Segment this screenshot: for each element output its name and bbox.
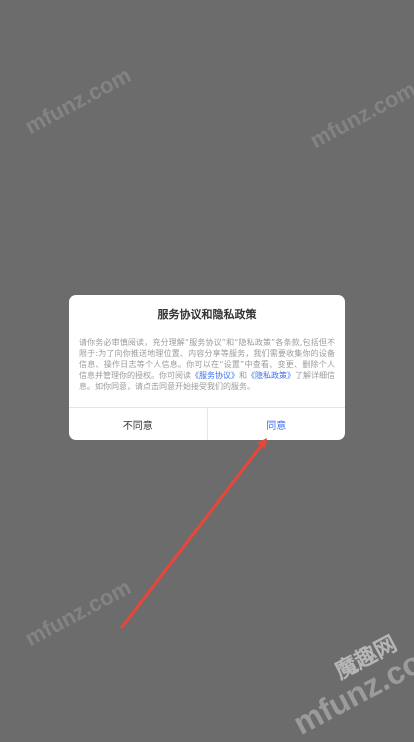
privacy-policy-dialog: 服务协议和隐私政策 请你务必审慎阅读，充分理解“服务协议”和“隐私政策”各条款,… — [69, 295, 345, 440]
privacy-policy-link[interactable]: 《隐私政策》 — [247, 371, 295, 380]
service-agreement-link[interactable]: 《服务协议》 — [191, 371, 239, 380]
disagree-button[interactable]: 不同意 — [69, 408, 208, 440]
dialog-title: 服务协议和隐私政策 — [157, 308, 257, 321]
dialog-body-text: 请你务必审慎阅读，充分理解“服务协议”和“隐私政策”各条款,包括但不限于:为了向… — [79, 337, 335, 392]
dialog-actions: 不同意 同意 — [69, 407, 345, 440]
agree-button[interactable]: 同意 — [208, 408, 346, 440]
body-text-between-links: 和 — [239, 371, 247, 380]
